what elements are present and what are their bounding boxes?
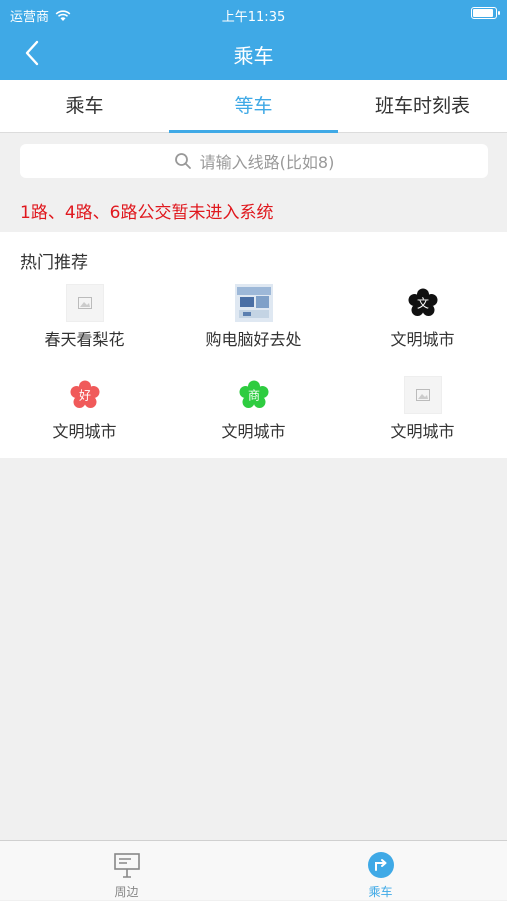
tabbar-item-ride[interactable]: 乘车 <box>254 841 507 901</box>
recommend-item[interactable]: 春天看梨花 <box>0 282 169 372</box>
svg-text:文: 文 <box>417 296 429 311</box>
battery-icon <box>471 7 500 19</box>
nearby-board-icon <box>114 853 140 878</box>
recommend-label: 文明城市 <box>221 422 286 441</box>
recommend-label: 文明城市 <box>390 330 455 349</box>
recommend-label: 文明城市 <box>390 422 455 441</box>
tabbar-label: 周边 <box>114 885 139 899</box>
page-title: 乘车 <box>233 44 274 68</box>
segment-tabs: 乘车 等车 班车时刻表 <box>0 80 507 133</box>
bottom-tab-bar: 周边 乘车 <box>0 840 507 900</box>
flower-badge-icon: 文 <box>404 284 442 322</box>
tab-shuttle-schedule[interactable]: 班车时刻表 <box>338 80 507 132</box>
svg-text:商: 商 <box>248 388 260 403</box>
status-bar: 运营商 上午11:35 <box>0 0 507 28</box>
ride-icon <box>368 852 394 878</box>
system-notice: 1路、4路、6路公交暂未进入系统 <box>20 203 274 223</box>
hot-recommend-section: 热门推荐 春天看梨花 购电脑好去处 文 文明城市 好 文明城市 商 文明城市 文… <box>0 232 507 458</box>
nav-bar: 乘车 <box>0 28 507 80</box>
computer-photo-icon <box>235 284 273 322</box>
status-time: 上午11:35 <box>221 10 286 25</box>
search-input[interactable]: 请输入线路(比如8) <box>20 144 488 178</box>
recommend-item[interactable]: 购电脑好去处 <box>169 282 338 372</box>
recommend-label: 文明城市 <box>52 422 117 441</box>
image-placeholder-icon <box>404 376 442 414</box>
tabbar-item-nearby[interactable]: 周边 <box>0 841 253 901</box>
tab-ride[interactable]: 乘车 <box>0 80 169 132</box>
svg-text:好: 好 <box>79 389 91 403</box>
recommend-label: 春天看梨花 <box>44 330 125 349</box>
recommend-item[interactable]: 好 文明城市 <box>0 374 169 464</box>
search-icon <box>174 153 191 169</box>
search-placeholder: 请输入线路(比如8) <box>199 153 335 172</box>
search-area: 请输入线路(比如8) <box>0 134 507 188</box>
tabbar-label: 乘车 <box>368 885 393 899</box>
tab-waiting[interactable]: 等车 <box>169 80 338 133</box>
recommend-item[interactable]: 文明城市 <box>338 374 507 464</box>
recommend-label: 购电脑好去处 <box>205 330 302 349</box>
flower-badge-icon: 好 <box>66 376 104 414</box>
image-placeholder-icon <box>66 284 104 322</box>
recommend-item[interactable]: 商 文明城市 <box>169 374 338 464</box>
flower-badge-icon: 商 <box>235 376 273 414</box>
recommend-item[interactable]: 文 文明城市 <box>338 282 507 372</box>
section-heading: 热门推荐 <box>20 253 88 273</box>
